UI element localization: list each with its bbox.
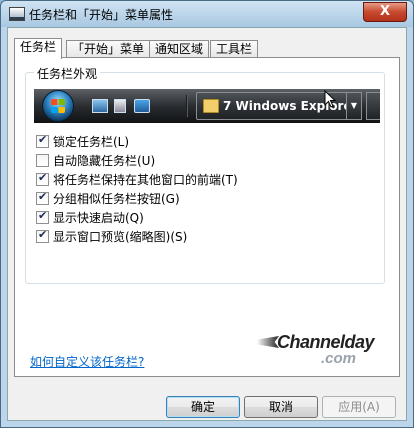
window-title: 任务栏和「开始」菜单属性 [29, 8, 174, 22]
group-label: 任务栏外观 [34, 65, 101, 82]
dialog-client: 任务栏 「开始」菜单 通知区域 工具栏 任务栏外观 7 Windows Expl… [7, 27, 407, 421]
folder-icon [203, 99, 219, 113]
checkbox[interactable] [36, 154, 49, 167]
checkbox[interactable] [36, 228, 49, 243]
taskbar-settings-icon [9, 7, 25, 21]
channelday-watermark: Channelday .com [257, 330, 375, 370]
tab-taskbar[interactable]: 任务栏 [14, 38, 63, 59]
ok-button[interactable]: 确定 [166, 396, 240, 418]
help-link[interactable]: 如何自定义该任务栏? [30, 353, 144, 370]
taskbar-preview: 7 Windows Explore ▼ [34, 89, 380, 123]
checkbox[interactable] [36, 190, 49, 205]
tab-start-menu[interactable]: 「开始」菜单 [66, 40, 151, 58]
start-orb-icon [42, 90, 74, 122]
option-label: 锁定任务栏(L) [53, 135, 130, 149]
switch-windows-icon [134, 99, 150, 113]
checkbox[interactable] [36, 133, 49, 148]
apply-button[interactable]: 应用(A) [322, 396, 396, 418]
tab-notification-area[interactable]: 通知区域 [149, 40, 210, 58]
option-label: 自动隐藏任务栏(U) [53, 154, 156, 168]
close-button[interactable]: X [363, 2, 407, 22]
windows-logo-icon [51, 99, 65, 113]
notes-icon [114, 99, 126, 113]
checkbox[interactable] [36, 209, 49, 224]
task-button-preview-2 [366, 92, 380, 120]
option-label: 显示窗口预览(缩略图)(S) [53, 230, 188, 244]
taskbar-divider [186, 95, 188, 117]
tab-panel-taskbar: 任务栏外观 7 Windows Explore ▼ ✔ 锁定任务栏(L) 自动隐… [14, 57, 400, 377]
taskbar-appearance-group: 任务栏外观 7 Windows Explore ▼ ✔ 锁定任务栏(L) 自动隐… [25, 65, 385, 284]
checkbox[interactable] [36, 171, 49, 186]
watermark-sub: .com [321, 350, 357, 367]
chevron-down-icon: ▼ [346, 92, 362, 120]
properties-dialog: 任务栏和「开始」菜单属性 X 任务栏 「开始」菜单 通知区域 工具栏 任务栏外观 [0, 0, 414, 428]
option-label: 将任务栏保持在其他窗口的前端(T) [53, 173, 238, 187]
cancel-button[interactable]: 取消 [244, 396, 318, 418]
option-label: 显示快速启动(Q) [53, 211, 144, 225]
desktop-icon [92, 99, 108, 113]
tab-toolbars[interactable]: 工具栏 [210, 40, 259, 58]
option-label: 分组相似任务栏按钮(G) [53, 192, 180, 206]
title-bar[interactable]: 任务栏和「开始」菜单属性 X [1, 1, 413, 27]
channelday-logo-icon [257, 336, 279, 348]
